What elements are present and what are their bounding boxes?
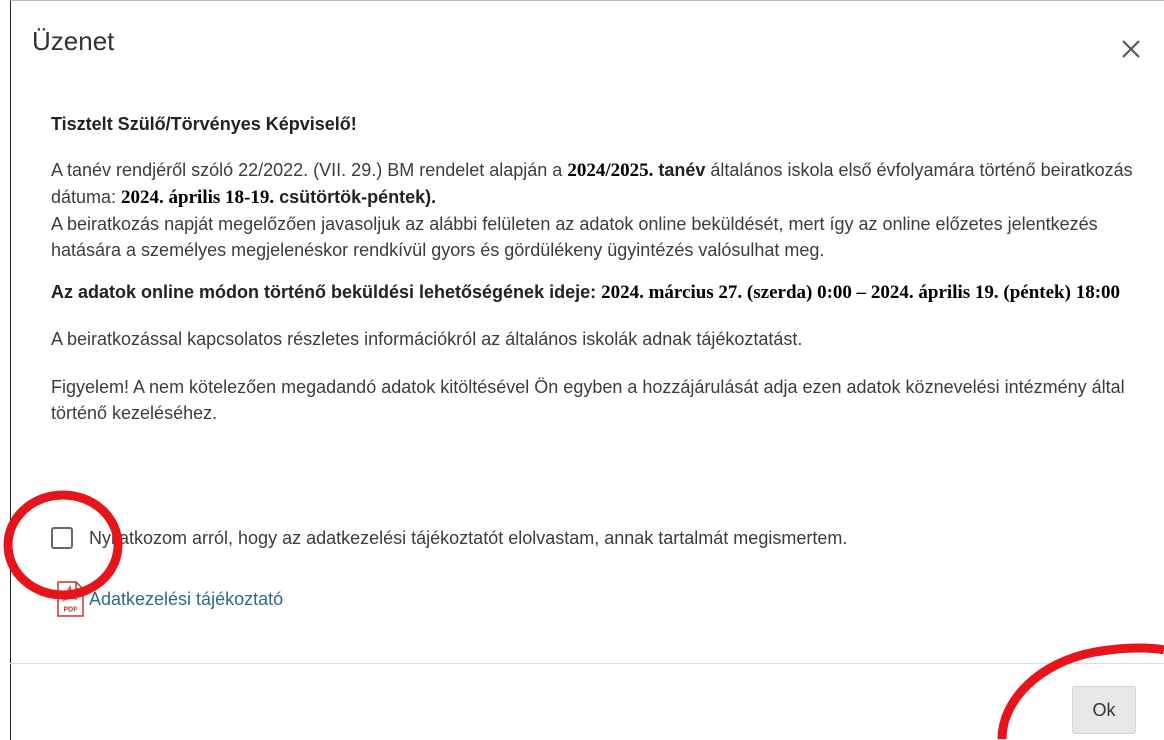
dialog-content: Tisztelt Szülő/Törvényes Képviselő! A ta… [51,111,1151,426]
submission-period: 2024. március 27. (szerda) 0:00 – 2024. … [601,282,1121,303]
para1-text1: A tanév rendjéről szóló 22/2022. (VII. 2… [51,160,568,180]
submission-period-label: Az adatok online módon történő beküldési… [51,282,602,302]
dialog-title: Üzenet [32,26,115,56]
submission-period-paragraph: Az adatok online módon történő beküldési… [51,279,1151,306]
footer-divider [10,663,1164,664]
consent-checkbox[interactable] [51,527,73,549]
para1-text4: A beiratkozás napját megelőzően javasolj… [51,214,1098,260]
school-year-word: tanév [653,160,706,180]
ok-button[interactable]: Ok [1072,686,1136,734]
info-paragraph: A beiratkozással kapcsolatos részletes i… [51,329,803,349]
consent-label[interactable]: Nyilatkozom arról, hogy az adatkezelési … [89,528,847,549]
warning-paragraph: Figyelem! A nem kötelezően megadandó ada… [51,377,1125,423]
privacy-policy-row: PDF Adatkezelési tájékoztató [55,581,283,617]
enrollment-date: 2024. április 18-19. [121,187,275,208]
pdf-icon[interactable]: PDF [55,581,85,617]
privacy-policy-link[interactable]: Adatkezelési tájékoztató [89,589,283,610]
school-year: 2024/2025. [567,160,654,181]
message-dialog: Üzenet Tisztelt Szülő/Törvényes Képvisel… [10,0,1164,740]
close-icon[interactable] [1117,35,1145,63]
enrollment-days: csütörtök-péntek). [274,187,437,207]
consent-row: Nyilatkozom arról, hogy az adatkezelési … [51,523,847,553]
pdf-badge: PDF [64,607,79,614]
enrollment-info-paragraph: A tanév rendjéről szóló 22/2022. (VII. 2… [51,157,1151,263]
greeting: Tisztelt Szülő/Törvényes Képviselő! [51,114,357,134]
